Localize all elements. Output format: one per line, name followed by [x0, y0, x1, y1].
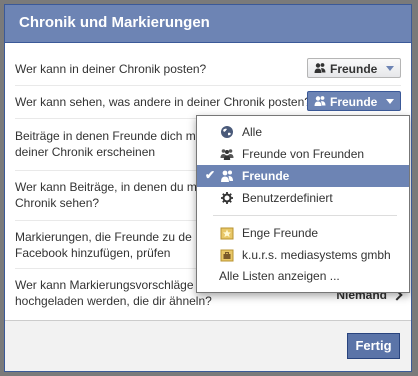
dialog-title: Chronik und Markierungen [19, 14, 210, 31]
row-review-tags-label: Markierungen, die Freunde zu de Facebook… [15, 229, 192, 261]
audience-dropdown-menu: Alle Freunde von Freunden ✔ Freunde Benu… [196, 115, 410, 293]
post-on-timeline-audience-button[interactable]: Freunde [307, 58, 401, 78]
chevron-down-icon [386, 66, 394, 71]
privacy-dialog: Chronik und Markierungen Wer kann in dei… [4, 4, 412, 372]
friends-icon [314, 96, 326, 106]
row-label-line: Wer kann Beiträge, in denen du m [15, 180, 197, 194]
menu-divider [213, 215, 397, 216]
globe-icon [221, 126, 233, 138]
audience-button-label: Freunde [330, 95, 378, 109]
menu-item-label: Alle [242, 125, 263, 139]
dialog-header: Chronik und Markierungen [5, 5, 411, 43]
menu-item-label: Freunde von Freunden [242, 147, 365, 161]
show-all-lists-link[interactable]: Alle Listen anzeigen ... [219, 269, 340, 283]
menu-item-label: Freunde [242, 169, 290, 183]
row-tagged-posts-label: Beiträge in denen Freunde dich m deiner … [15, 128, 196, 160]
row-label-line: Markierungen, die Freunde zu de [15, 230, 192, 244]
row-see-tagged-posts-label: Wer kann Beiträge, in denen du m Chronik… [15, 179, 197, 211]
menu-item-label: k.u.r.s. mediasystems gmbh [242, 248, 391, 262]
briefcase-list-icon [220, 249, 234, 262]
checkmark-icon: ✔ [205, 168, 216, 182]
row-post-on-timeline-label: Wer kann in deiner Chronik posten? [15, 62, 207, 76]
dialog-footer: Fertig [5, 320, 411, 371]
menu-item-close-friends[interactable]: Enge Freunde [197, 222, 409, 244]
friends-icon [221, 170, 233, 182]
row-label-line: Beiträge in denen Freunde dich m [15, 129, 196, 143]
chevron-down-icon [386, 99, 394, 104]
see-others-posts-audience-button[interactable]: Freunde [307, 91, 401, 111]
star-list-icon [220, 227, 234, 240]
done-button[interactable]: Fertig [347, 333, 400, 359]
row-label-line: deiner Chronik erscheinen [15, 145, 156, 159]
row-label-line: hochgeladen werden, die dir ähneln? [15, 294, 212, 308]
friends-icon [314, 63, 326, 73]
menu-item-label: Benutzerdefiniert [242, 191, 333, 205]
menu-item-custom[interactable]: Benutzerdefiniert [197, 187, 409, 209]
row-see-others-posts-label: Wer kann sehen, was andere in deiner Chr… [15, 95, 311, 109]
row-label-line: Facebook hinzufügen, prüfen [15, 246, 171, 260]
menu-item-friends[interactable]: ✔ Freunde [197, 165, 409, 187]
menu-item-label: Enge Freunde [242, 226, 319, 240]
menu-item-public[interactable]: Alle [197, 121, 409, 143]
friends-of-friends-icon [220, 149, 234, 160]
gear-icon [221, 192, 233, 204]
row-label-line: Chronik sehen? [15, 196, 100, 210]
audience-button-label: Freunde [330, 62, 378, 76]
menu-item-work-list[interactable]: k.u.r.s. mediasystems gmbh [197, 244, 409, 266]
row-divider [15, 85, 401, 86]
menu-item-friends-of-friends[interactable]: Freunde von Freunden [197, 143, 409, 165]
